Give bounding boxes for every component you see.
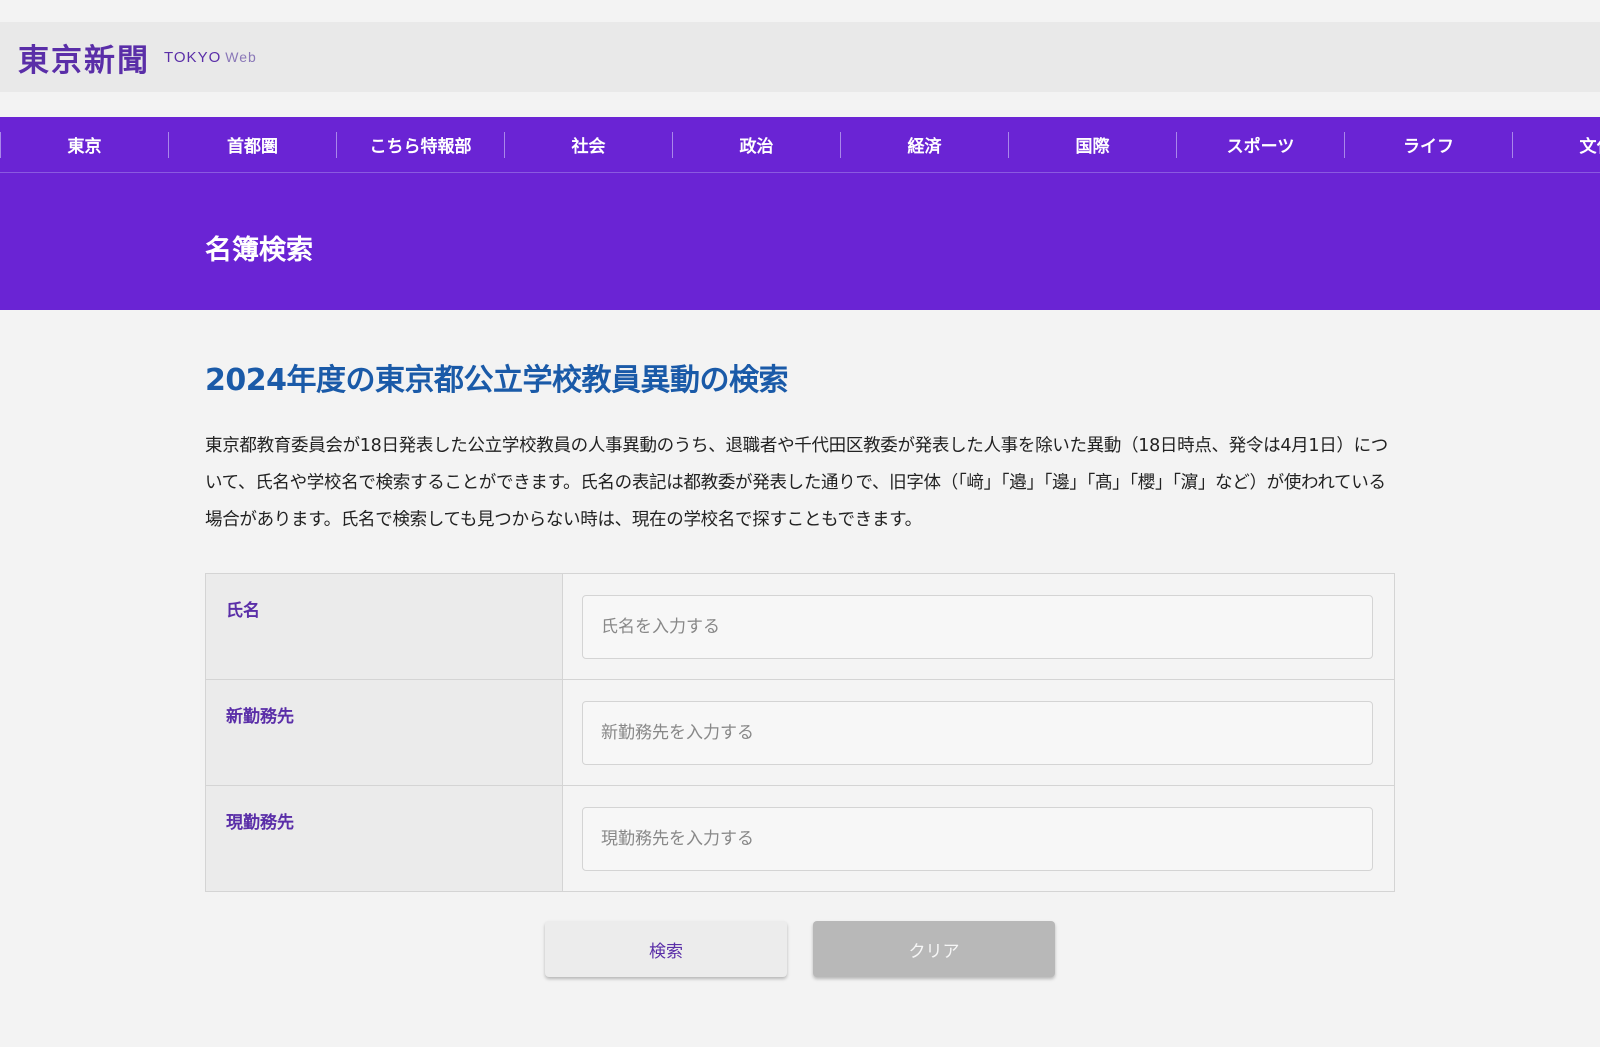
site-header: 東京新聞 TOKYO Web — [0, 22, 1600, 92]
clear-button[interactable]: クリア — [813, 921, 1055, 977]
form-row-new-workplace: 新勤務先 — [206, 680, 1394, 786]
description-text: 東京都教育委員会が18日発表した公立学校教員の人事異動のうち、退職者や千代田区教… — [205, 436, 1389, 530]
name-label: 氏名 — [206, 574, 563, 679]
nav-item-tokuhobu[interactable]: こちら特報部 — [337, 131, 505, 158]
page-banner: 名簿検索 — [0, 173, 1600, 310]
new-workplace-input-cell — [563, 680, 1394, 785]
new-workplace-input[interactable] — [582, 701, 1373, 765]
current-workplace-label: 現勤務先 — [206, 786, 563, 891]
nav-item-tokyo[interactable]: 東京 — [1, 131, 169, 158]
nav-item-shutoken[interactable]: 首都圏 — [169, 131, 337, 158]
logo-web-text: Web — [225, 48, 257, 65]
section-title: 2024年度の東京都公立学校教員異動の検索 — [205, 363, 789, 398]
site-logo-sub[interactable]: TOKYO Web — [164, 49, 257, 66]
nav-item-society[interactable]: 社会 — [505, 131, 673, 158]
nav-item-culture[interactable]: 文化 — [1513, 132, 1600, 158]
name-input-cell — [563, 574, 1394, 679]
current-workplace-input[interactable] — [582, 807, 1373, 871]
search-button[interactable]: 検索 — [545, 921, 787, 977]
current-workplace-input-cell — [563, 786, 1394, 891]
form-row-name: 氏名 — [206, 574, 1394, 680]
logo-sub-text: TOKYO — [164, 48, 222, 66]
name-input[interactable] — [582, 595, 1373, 659]
nav-item-economy[interactable]: 経済 — [841, 131, 1009, 158]
new-workplace-label: 新勤務先 — [206, 680, 563, 785]
page-title: 名簿検索 — [205, 235, 313, 266]
nav-item-politics[interactable]: 政治 — [673, 131, 841, 158]
search-form: 氏名 新勤務先 現勤務先 — [205, 573, 1395, 892]
form-row-current-workplace: 現勤務先 — [206, 786, 1394, 891]
nav-item-sports[interactable]: スポーツ — [1177, 131, 1345, 158]
form-buttons: 検索 クリア — [545, 921, 1055, 977]
main-content: 2024年度の東京都公立学校教員異動の検索 東京都教育委員会が18日発表した公立… — [205, 355, 1395, 539]
category-nav: 東京 首都圏 こちら特報部 社会 政治 経済 国際 スポーツ ライフ 文化 — [0, 117, 1600, 173]
site-logo[interactable]: 東京新聞 — [18, 35, 150, 80]
nav-item-life[interactable]: ライフ — [1345, 131, 1513, 158]
nav-item-international[interactable]: 国際 — [1009, 131, 1177, 158]
